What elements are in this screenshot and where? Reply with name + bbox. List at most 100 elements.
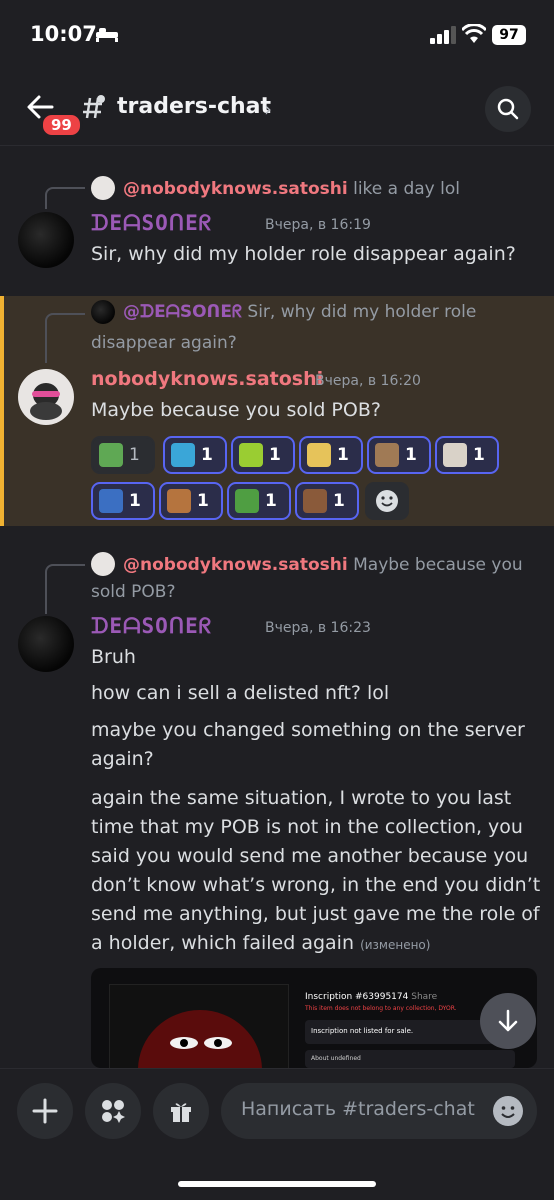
message-text: maybe you changed something on the serve… xyxy=(91,719,525,741)
reaction[interactable]: 1 xyxy=(299,436,363,474)
reply-connector xyxy=(45,313,85,363)
pepe-cup-emoji-icon xyxy=(171,443,195,467)
avatar[interactable] xyxy=(18,212,74,268)
reaction[interactable]: 1 xyxy=(159,482,223,520)
message-text: said you would send me another because y… xyxy=(91,845,529,867)
message-text: again? xyxy=(91,748,154,770)
message-text: Bruh xyxy=(91,646,136,668)
wifi-icon xyxy=(462,24,486,43)
composer-bar: Написать #traders-chat xyxy=(0,1068,554,1200)
reply-snippet: Maybe because you xyxy=(353,555,523,575)
reaction-count: 1 xyxy=(405,445,417,465)
message-text: Maybe because you sold POB? xyxy=(91,399,381,421)
doge-emoji-icon xyxy=(307,443,331,467)
inscription-number: Inscription #63995174 xyxy=(305,992,409,1002)
reaction-count: 1 xyxy=(129,491,141,511)
inscription-title: Inscription #63995174 Share xyxy=(305,992,437,1002)
message-text: time that my POB is not in the collectio… xyxy=(91,816,523,838)
plus-icon xyxy=(32,1098,58,1124)
reply-username: @nobodyknows.satoshi xyxy=(123,179,348,199)
reply-preview[interactable]: @ᗪEᗩSOᑎEᖇ Sir, why did my holder role xyxy=(123,300,476,324)
message-text: how can i sell a delisted nft? lol xyxy=(91,682,390,704)
avatar[interactable] xyxy=(18,616,74,672)
message-text: don’t know what’s wrong, in the end you … xyxy=(91,874,541,896)
reaction-count: 1 xyxy=(269,445,281,465)
reply-preview[interactable]: @nobodyknows.satoshi Maybe because you xyxy=(123,553,523,577)
timestamp: Вчера, в 16:19 xyxy=(265,217,371,233)
battery-indicator: 97 xyxy=(492,25,526,45)
reply-username: @ᗪEᗩSOᑎEᖇ xyxy=(123,302,243,322)
message-text: again the same situation, I wrote to you… xyxy=(91,787,512,809)
message-input[interactable]: Написать #traders-chat xyxy=(221,1083,537,1139)
reaction-count: 1 xyxy=(265,491,277,511)
blue-frog-emoji-icon xyxy=(99,489,123,513)
reply-avatar xyxy=(91,176,115,200)
timestamp: Вчера, в 16:20 xyxy=(315,373,421,389)
reaction[interactable]: 1 xyxy=(295,482,359,520)
channel-header: 99 traders-chat › xyxy=(0,70,554,146)
clock: 10:07 xyxy=(30,22,97,46)
smiley-icon xyxy=(376,490,398,512)
reaction[interactable]: 1 xyxy=(91,436,155,474)
nft-image xyxy=(109,984,289,1068)
message-text: send me anything, but just gave me the r… xyxy=(91,903,540,925)
home-indicator[interactable] xyxy=(178,1181,376,1187)
smiley-icon xyxy=(501,1106,515,1118)
jump-to-bottom-button[interactable] xyxy=(480,993,536,1049)
cat-emoji-icon xyxy=(375,443,399,467)
reaction-count: 1 xyxy=(201,445,213,465)
reply-avatar xyxy=(91,552,115,576)
author-name[interactable]: ᗪEᗩSOᑎEᖇ xyxy=(91,614,212,639)
reaction-count: 1 xyxy=(473,445,485,465)
timestamp: Вчера, в 16:23 xyxy=(265,620,371,636)
pepe-emoji-icon xyxy=(235,489,259,513)
emoji-button[interactable] xyxy=(493,1096,523,1126)
reaction[interactable]: 1 xyxy=(435,436,499,474)
frog-emoji-icon xyxy=(99,443,123,467)
message-text-last: a holder, which failed again (изменено) xyxy=(91,929,430,960)
avatar[interactable] xyxy=(18,369,74,425)
about-row: About undefined xyxy=(305,1050,515,1068)
search-button[interactable] xyxy=(485,86,531,132)
white-cat-emoji-icon xyxy=(443,443,467,467)
reaction[interactable]: 1 xyxy=(231,436,295,474)
add-reaction-button[interactable] xyxy=(365,482,409,520)
pepe-artwork-icon xyxy=(138,1010,262,1068)
reaction-count: 1 xyxy=(129,445,140,465)
author-name[interactable]: nobodyknows.satoshi xyxy=(91,368,323,390)
text-channel-icon xyxy=(83,95,105,119)
reaction-count: 1 xyxy=(337,445,349,465)
add-attachment-button[interactable] xyxy=(17,1083,73,1139)
search-icon xyxy=(497,98,519,120)
unread-badge: 99 xyxy=(40,112,83,138)
reaction[interactable]: 1 xyxy=(163,436,227,474)
reply-avatar xyxy=(91,300,115,324)
gift-icon xyxy=(171,1103,191,1122)
arrow-down-icon xyxy=(498,1009,518,1032)
reply-username: @nobodyknows.satoshi xyxy=(123,555,348,575)
reply-snippet-line2: sold POB? xyxy=(91,582,176,602)
chevron-right-icon[interactable]: › xyxy=(264,97,272,121)
reaction[interactable]: 1 xyxy=(227,482,291,520)
author-name[interactable]: ᗪEᗩSOᑎEᖇ xyxy=(91,211,212,236)
share-label: Share xyxy=(411,992,438,1002)
message-input-placeholder: Написать #traders-chat xyxy=(241,1098,475,1120)
sleep-focus-icon xyxy=(96,28,118,42)
apps-button[interactable] xyxy=(85,1083,141,1139)
reaction[interactable]: 1 xyxy=(367,436,431,474)
image-attachment[interactable]: Inscription #63995174 Share This item do… xyxy=(91,968,537,1068)
channel-name[interactable]: traders-chat xyxy=(117,94,271,119)
face-emoji-icon xyxy=(303,489,327,513)
reaction[interactable]: 1 xyxy=(91,482,155,520)
message-text: Sir, why did my holder role disappear ag… xyxy=(91,243,516,265)
green-cube-emoji-icon xyxy=(239,443,263,467)
reply-snippet: Sir, why did my holder role xyxy=(247,302,477,322)
edited-label: (изменено) xyxy=(360,938,431,952)
reply-preview[interactable]: @nobodyknows.satoshi like a day lol xyxy=(123,177,460,201)
cellular-signal-icon xyxy=(430,26,456,44)
message-text: a holder, which failed again xyxy=(91,932,355,954)
reaction-count: 1 xyxy=(333,491,345,511)
reply-snippet-line2: disappear again? xyxy=(91,333,237,353)
reply-connector xyxy=(45,187,85,209)
gift-button[interactable] xyxy=(153,1083,209,1139)
